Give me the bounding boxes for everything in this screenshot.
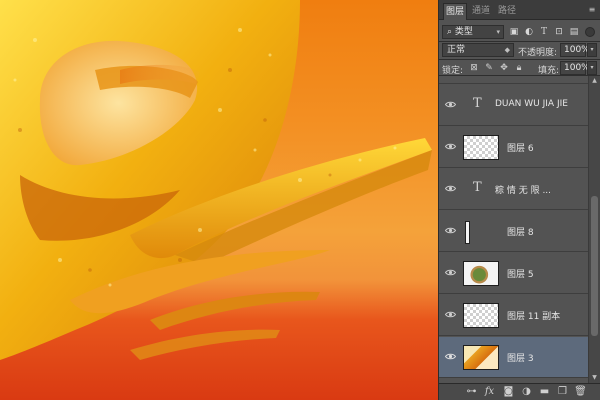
- filter-row: ⌕ 类型 ▾ ▣ ◐ T ⊡ ▤: [439, 24, 600, 40]
- fill-dropdown-icon[interactable]: ▾: [587, 61, 597, 75]
- visibility-eye-icon[interactable]: [445, 141, 456, 152]
- lock-transparency-icon[interactable]: ⊠: [468, 62, 480, 74]
- tab-channels[interactable]: 通道: [469, 3, 493, 20]
- trash-icon[interactable]: 🗑︎: [574, 386, 587, 398]
- layer-row[interactable]: T DUAN WU JIA JIE: [439, 85, 588, 126]
- layer-thumbnail: [463, 261, 499, 286]
- lock-position-icon[interactable]: ✥: [498, 62, 510, 74]
- new-layer-icon[interactable]: ❐: [556, 386, 569, 398]
- fill-input[interactable]: 100%: [560, 61, 590, 75]
- visibility-eye-icon[interactable]: [445, 267, 456, 278]
- canvas-artwork: [0, 0, 432, 360]
- layer-thumbnail: [463, 345, 499, 370]
- opacity-label: 不透明度:: [518, 48, 558, 58]
- layer-name[interactable]: 图层 6: [507, 141, 534, 154]
- layer-thumbnail: [463, 303, 499, 328]
- opacity-input[interactable]: 100%: [560, 43, 590, 57]
- scroll-down-icon[interactable]: ▼: [590, 374, 599, 382]
- visibility-eye-icon[interactable]: [445, 99, 456, 110]
- visibility-eye-icon[interactable]: [445, 225, 456, 236]
- layer-thumbnail: [463, 219, 499, 244]
- layer-name[interactable]: 图层 8: [507, 225, 534, 238]
- blend-mode-dropdown[interactable]: 正常 ◆: [442, 43, 514, 57]
- layer-list: T DUAN WU JIA JIE 图层 6 T 粽 情 无 限 ... 图层 …: [439, 76, 588, 383]
- visibility-eye-icon[interactable]: [445, 309, 456, 320]
- layer-name[interactable]: 图层 5: [507, 267, 534, 280]
- layer-name[interactable]: DUAN WU JIA JIE: [495, 99, 568, 109]
- layer-row[interactable]: 图层 8: [439, 211, 588, 252]
- scroll-up-icon[interactable]: ▲: [590, 77, 599, 85]
- layer-thumbnail: [463, 135, 499, 160]
- tab-layers[interactable]: 图层: [443, 3, 467, 20]
- fx-icon[interactable]: fx: [483, 386, 496, 398]
- layer-name[interactable]: 图层 3: [507, 351, 534, 364]
- layer-row[interactable]: 图层 11 副本: [439, 295, 588, 336]
- visibility-eye-icon[interactable]: [445, 183, 456, 194]
- text-layer-icon: T: [473, 180, 482, 195]
- document-canvas[interactable]: [0, 0, 438, 400]
- blend-mode-value: 正常: [447, 45, 466, 55]
- lock-pixels-icon[interactable]: ✎: [483, 62, 495, 74]
- layer-name[interactable]: 粽 情 无 限 ...: [495, 183, 551, 196]
- blend-row: 正常 ◆ 不透明度: 100% ▾: [439, 42, 600, 58]
- visibility-eye-icon[interactable]: [445, 351, 456, 362]
- filter-kind-dropdown[interactable]: ⌕ 类型 ▾: [442, 25, 504, 39]
- panel-tabbar: 图层 通道 路径 ≡: [439, 0, 600, 20]
- filter-pixel-icon[interactable]: ▣: [507, 25, 521, 39]
- filter-kind-label: 类型: [454, 27, 473, 37]
- layer-row-selected[interactable]: 图层 3: [439, 337, 588, 378]
- panel-menu-icon[interactable]: ≡: [587, 5, 597, 14]
- lock-row: 锁定: ⊠ ✎ ✥ 🔒︎ 填充: 100% ▾: [439, 60, 600, 76]
- layer-name[interactable]: 图层 11 副本: [507, 309, 560, 322]
- layers-panel: 图层 通道 路径 ≡ ⌕ 类型 ▾ ▣ ◐ T ⊡ ▤ 正常 ◆ 不透明度: 1…: [438, 0, 600, 400]
- search-icon: ⌕: [447, 27, 455, 37]
- filter-shape-icon[interactable]: ⊡: [552, 25, 566, 39]
- filter-toggle-icon[interactable]: [585, 27, 595, 37]
- layer-row[interactable]: T 粽 情 无 限 ...: [439, 169, 588, 210]
- filter-smart-object-icon[interactable]: ▤: [567, 25, 581, 39]
- scrollbar-thumb[interactable]: [591, 196, 598, 336]
- filter-adjustment-icon[interactable]: ◐: [522, 25, 536, 39]
- layer-row-partial[interactable]: [439, 76, 588, 84]
- tab-paths[interactable]: 路径: [495, 3, 519, 20]
- layer-row[interactable]: 图层 6: [439, 127, 588, 168]
- panel-bottom-toolbar: ⊶ fx ◙ ◑ ▬ ❐ 🗑︎: [439, 383, 600, 400]
- link-icon[interactable]: ⊶: [465, 386, 478, 398]
- lock-all-icon[interactable]: 🔒︎: [513, 62, 525, 74]
- layer-row[interactable]: 图层 5: [439, 253, 588, 294]
- chevron-down-icon: ◆: [504, 46, 510, 54]
- text-layer-icon: T: [473, 96, 482, 111]
- filter-type-icon[interactable]: T: [537, 25, 551, 39]
- mask-icon[interactable]: ◙: [502, 386, 515, 398]
- adjustment-icon[interactable]: ◑: [520, 386, 533, 398]
- chevron-down-icon: ▾: [496, 28, 500, 36]
- opacity-dropdown-icon[interactable]: ▾: [587, 43, 597, 57]
- layer-list-scrollbar[interactable]: ▲ ▼: [588, 76, 600, 383]
- group-icon[interactable]: ▬: [538, 386, 551, 398]
